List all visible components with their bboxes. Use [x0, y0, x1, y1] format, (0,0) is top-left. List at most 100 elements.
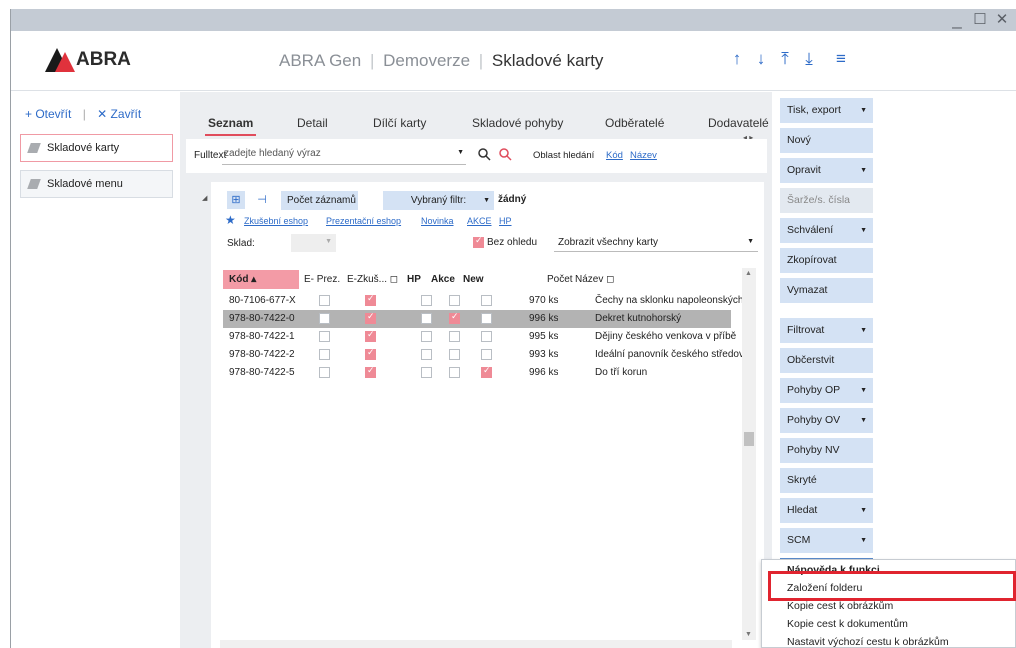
- new-checkbox[interactable]: [481, 365, 492, 378]
- col-ezkus[interactable]: E-Zkuš... ◻: [347, 270, 398, 289]
- shop-link[interactable]: AKCE: [467, 216, 492, 226]
- bez-ohledu-checkbox[interactable]: [473, 235, 484, 248]
- action-button-5[interactable]: Zkopírovat: [780, 248, 873, 273]
- arrow-down-icon[interactable]: ↓: [749, 49, 773, 69]
- chevron-down-icon[interactable]: ▼: [860, 318, 867, 343]
- akce-checkbox[interactable]: [449, 349, 460, 360]
- tree-icon[interactable]: ⊞: [227, 191, 245, 209]
- action-button-2[interactable]: Opravit ▼: [780, 158, 873, 183]
- vertical-scrollbar[interactable]: ▲ ▼: [742, 268, 756, 640]
- akce-checkbox[interactable]: [449, 295, 460, 306]
- action-button-0[interactable]: Tisk, export ▼: [780, 98, 873, 123]
- scroll-thumb[interactable]: [744, 432, 754, 446]
- hp-checkbox[interactable]: [421, 295, 432, 306]
- action-button-8[interactable]: Občerstvit: [780, 348, 873, 373]
- close-window-button[interactable]: ✕: [991, 10, 1013, 30]
- col-kod[interactable]: Kód ▴: [223, 270, 299, 289]
- search-icon[interactable]: [477, 147, 491, 161]
- eprez-checkbox[interactable]: [319, 349, 330, 360]
- col-pocet[interactable]: Počet: [547, 270, 573, 289]
- filter-select[interactable]: Vybraný filtr: ▼: [383, 191, 494, 210]
- menu-item-default-image-path[interactable]: Nastavit výchozí cestu k obrázkům: [787, 636, 949, 648]
- search-nazev-link[interactable]: Název: [630, 150, 657, 161]
- chevron-down-icon[interactable]: ▼: [860, 218, 867, 243]
- chevron-down-icon[interactable]: ▼: [860, 498, 867, 523]
- col-nazev[interactable]: Název ◻: [575, 270, 614, 289]
- hp-checkbox[interactable]: [421, 331, 432, 342]
- minimize-button[interactable]: _: [946, 10, 968, 30]
- arrow-up-icon[interactable]: ↑: [725, 49, 749, 69]
- sklad-select[interactable]: ▼: [291, 234, 336, 252]
- col-eprez[interactable]: E- Prez.: [304, 270, 340, 289]
- shop-link[interactable]: Prezentační eshop: [326, 216, 401, 226]
- chevron-down-icon[interactable]: ▼: [860, 408, 867, 433]
- horizontal-scrollbar[interactable]: [220, 640, 732, 648]
- new-checkbox[interactable]: [481, 331, 492, 342]
- collapse-icon[interactable]: ◢: [202, 194, 207, 202]
- arrow-top-icon[interactable]: ⤒: [773, 49, 797, 69]
- ezkus-checkbox[interactable]: [365, 311, 376, 324]
- chevron-down-icon[interactable]: ▼: [860, 378, 867, 403]
- table-row[interactable]: 80-7106-677-X 970 ks Čechy na sklonku napo…: [223, 292, 743, 310]
- table-row[interactable]: 978-80-7422-5 996 ks Do tří korun: [223, 364, 731, 382]
- eprez-checkbox[interactable]: [319, 295, 330, 306]
- table-row[interactable]: 978-80-7422-0 996 ks Dekret kutnohorský: [223, 310, 731, 328]
- tab-dilci-karty[interactable]: Dílčí karty: [373, 116, 426, 130]
- tab-dodavatele[interactable]: Dodavatelé: [708, 116, 769, 130]
- eprez-checkbox[interactable]: [319, 331, 330, 342]
- eprez-checkbox[interactable]: [319, 367, 330, 378]
- action-button-1[interactable]: Nový: [780, 128, 873, 153]
- ezkus-checkbox[interactable]: [365, 365, 376, 378]
- action-button-14[interactable]: SCM ▼: [780, 528, 873, 553]
- tab-detail[interactable]: Detail: [297, 116, 328, 130]
- new-checkbox[interactable]: [481, 295, 492, 306]
- action-button-9[interactable]: Pohyby OP ▼: [780, 378, 873, 403]
- shop-link[interactable]: Novinka: [421, 216, 454, 226]
- action-button-4[interactable]: Schválení ▼: [780, 218, 873, 243]
- action-button-10[interactable]: Pohyby OV ▼: [780, 408, 873, 433]
- filter-pin-icon[interactable]: ⊣: [253, 191, 271, 209]
- col-hp[interactable]: HP: [407, 270, 421, 289]
- chevron-down-icon[interactable]: ▼: [457, 149, 464, 156]
- col-new[interactable]: New: [463, 270, 484, 289]
- record-count-button[interactable]: Počet záznamů: [281, 191, 358, 210]
- action-button-3[interactable]: Šarže/s. čísla: [780, 188, 873, 213]
- tab-odberatele[interactable]: Odběratelé: [605, 116, 664, 130]
- chevron-down-icon[interactable]: ▼: [860, 158, 867, 183]
- hp-checkbox[interactable]: [421, 349, 432, 360]
- table-row[interactable]: 978-80-7422-1 995 ks Dějiny českého venkov…: [223, 328, 736, 346]
- search-input[interactable]: zadejte hledaný výraz ▼: [222, 145, 466, 165]
- action-button-6[interactable]: Vymazat: [780, 278, 873, 303]
- shop-link[interactable]: Zkušební eshop: [244, 216, 308, 226]
- menu-item-copy-image-paths[interactable]: Kopie cest k obrázkům: [787, 600, 893, 612]
- arrow-bottom-icon[interactable]: ⤓: [797, 49, 821, 69]
- left-item-skladove-karty[interactable]: Skladové karty: [20, 134, 173, 162]
- ezkus-checkbox[interactable]: [365, 329, 376, 342]
- tab-skladove-pohyby[interactable]: Skladové pohyby: [472, 116, 563, 130]
- akce-checkbox[interactable]: [449, 367, 460, 378]
- close-tab-button[interactable]: ✕ Zavřít: [97, 107, 141, 121]
- akce-checkbox[interactable]: [449, 311, 460, 324]
- chevron-down-icon[interactable]: ▼: [860, 528, 867, 553]
- ezkus-checkbox[interactable]: [365, 293, 376, 306]
- hp-checkbox[interactable]: [421, 313, 432, 324]
- new-checkbox[interactable]: [481, 313, 492, 324]
- tab-seznam[interactable]: Seznam: [204, 116, 257, 136]
- menu-icon[interactable]: ≡: [829, 49, 853, 69]
- open-button[interactable]: + Otevřít: [25, 107, 71, 121]
- eprez-checkbox[interactable]: [319, 313, 330, 324]
- search-kod-link[interactable]: Kód: [606, 150, 623, 161]
- action-button-12[interactable]: Skryté: [780, 468, 873, 493]
- cards-scope-select[interactable]: Zobrazit všechny karty ▼: [554, 234, 758, 252]
- action-button-11[interactable]: Pohyby NV: [780, 438, 873, 463]
- action-button-13[interactable]: Hledat ▼: [780, 498, 873, 523]
- table-row[interactable]: 978-80-7422-2 993 ks Ideální panovník česk…: [223, 346, 744, 364]
- col-akce[interactable]: Akce: [431, 270, 455, 289]
- menu-item-copy-doc-paths[interactable]: Kopie cest k dokumentům: [787, 618, 908, 630]
- ezkus-checkbox[interactable]: [365, 347, 376, 360]
- maximize-button[interactable]: ☐: [969, 10, 991, 30]
- new-checkbox[interactable]: [481, 349, 492, 360]
- search-advanced-icon[interactable]: [498, 147, 512, 161]
- chevron-down-icon[interactable]: ▼: [860, 98, 867, 123]
- action-button-7[interactable]: Filtrovat ▼: [780, 318, 873, 343]
